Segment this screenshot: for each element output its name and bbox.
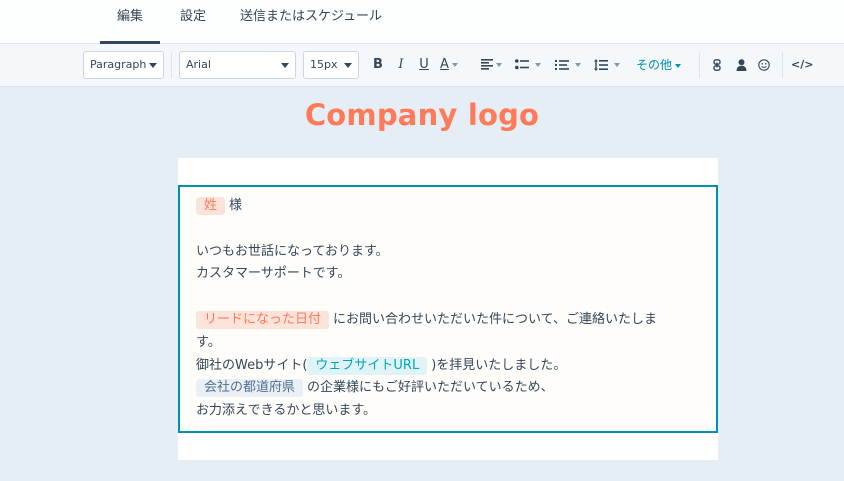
- chevron-down-icon: [496, 62, 502, 67]
- tab-send-or-schedule[interactable]: 送信またはスケジュール: [236, 0, 386, 44]
- paragraph-style-select[interactable]: Paragraph: [83, 51, 164, 79]
- smiley-icon: [758, 58, 770, 71]
- body-text: いつもお世話になっております。: [196, 243, 389, 259]
- chevron-down-icon: [344, 63, 352, 68]
- company-logo[interactable]: Company logo: [0, 98, 844, 132]
- formatting-toolbar: Paragraph Arial 15px B I U A その他 </>: [0, 44, 844, 87]
- token-website-url[interactable]: ウェブサイトURL: [307, 356, 428, 375]
- italic-button[interactable]: I: [393, 54, 409, 76]
- source-code-button[interactable]: </>: [791, 54, 813, 76]
- more-options-button[interactable]: その他: [636, 54, 688, 76]
- rich-text-editor[interactable]: 姓様 いつもお世話になっております。 カスタマーサポートです。 リードになった日…: [178, 185, 718, 433]
- bulleted-list-icon: [515, 59, 529, 70]
- honorific-text: 様: [229, 198, 243, 213]
- toolbar-divider: [782, 52, 783, 78]
- chevron-down-icon: [575, 62, 581, 67]
- insert-link-button[interactable]: [710, 54, 724, 76]
- tab-edit[interactable]: 編集: [100, 0, 160, 44]
- chevron-down-icon: [614, 62, 620, 67]
- tab-settings[interactable]: 設定: [176, 0, 210, 44]
- underline-button[interactable]: U: [416, 54, 432, 76]
- token-company-prefecture[interactable]: 会社の都道府県: [196, 379, 304, 398]
- align-left-icon: [481, 59, 493, 70]
- line-height-icon: [594, 58, 608, 71]
- more-options-label: その他: [636, 58, 673, 72]
- bold-button[interactable]: B: [370, 54, 386, 76]
- font-family-select[interactable]: Arial: [179, 51, 296, 79]
- font-size-select[interactable]: 15px: [303, 51, 359, 79]
- body-line: 会社の都道府県 の企業様にもご好評いただいているため、: [196, 377, 700, 400]
- chevron-down-icon: [535, 62, 541, 67]
- body-text: にお問い合わせいただいた件について、ご連絡いたしま: [333, 311, 657, 327]
- toolbar-divider: [699, 52, 700, 78]
- paragraph-style-value: Paragraph: [90, 58, 147, 71]
- chevron-down-icon: [149, 63, 157, 68]
- body-text: す。: [196, 334, 221, 350]
- personalization-token-button[interactable]: [733, 54, 749, 76]
- body-text: の企業様にもご好評いただいているため、: [307, 380, 554, 396]
- numbered-list-icon: [555, 60, 569, 70]
- chevron-down-icon: [675, 63, 682, 68]
- body-text: 御社のWebサイト(: [196, 357, 308, 373]
- font-color-button[interactable]: A: [440, 54, 470, 76]
- body-line: リードになった日付 にお問い合わせいただいた件について、ご連絡いたしま: [196, 309, 700, 332]
- tab-bar: 編集 設定 送信またはスケジュール: [0, 0, 844, 44]
- token-lead-date[interactable]: リードになった日付: [196, 310, 330, 329]
- chevron-down-icon: [451, 62, 458, 67]
- chevron-down-icon: [281, 63, 289, 68]
- body-text: お力添えできるかと思います。: [196, 403, 377, 419]
- link-icon: [713, 58, 721, 71]
- font-color-label: A: [440, 57, 449, 72]
- font-family-value: Arial: [186, 58, 211, 71]
- token-last-name[interactable]: 姓: [196, 197, 226, 215]
- align-button[interactable]: [481, 54, 509, 76]
- body-text: カスタマーサポートです。: [196, 266, 351, 282]
- toolbar-divider: [171, 52, 172, 78]
- greeting-line: 姓様: [196, 195, 700, 218]
- bulleted-list-button[interactable]: [515, 54, 549, 76]
- person-icon: [736, 58, 746, 71]
- emoji-button[interactable]: [756, 54, 772, 76]
- body-line: 御社のWebサイト(ウェブサイトURL)を拝見いたしました。: [196, 355, 700, 378]
- body-text: )を拝見いたしました。: [431, 357, 567, 373]
- line-height-button[interactable]: [594, 54, 626, 76]
- numbered-list-button[interactable]: [555, 54, 587, 76]
- font-size-value: 15px: [310, 58, 338, 71]
